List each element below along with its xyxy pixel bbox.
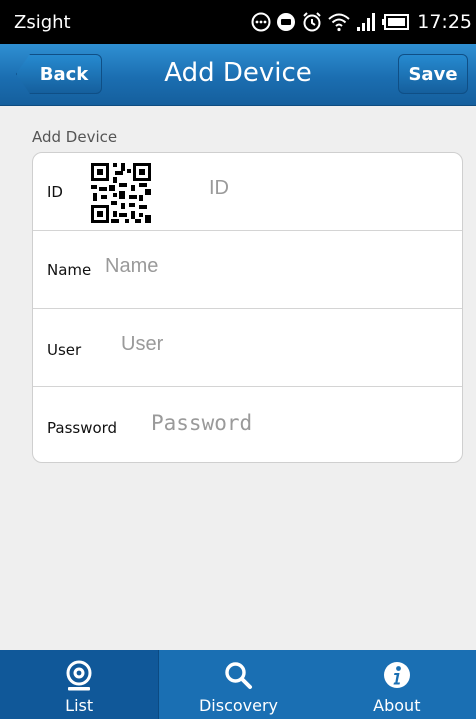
tab-about[interactable]: About — [318, 650, 476, 719]
battery-icon — [382, 14, 410, 30]
more-icon — [251, 12, 271, 32]
qr-code-icon[interactable] — [89, 161, 153, 225]
status-icons: 17:25 — [251, 9, 472, 35]
info-icon — [383, 662, 410, 688]
user-input[interactable] — [121, 333, 431, 356]
section-label: Add Device — [32, 128, 118, 146]
id-label: ID — [47, 183, 63, 201]
id-row: ID — [33, 153, 462, 231]
wifi-icon — [328, 13, 350, 32]
header-bar: Back Add Device Save — [0, 44, 476, 106]
webcam-icon — [66, 660, 92, 691]
device-form-card: ID Name User — [32, 152, 463, 463]
user-row: User — [33, 309, 462, 387]
tab-list-label: List — [65, 696, 94, 715]
notification-icon — [277, 13, 296, 31]
password-input[interactable] — [151, 411, 441, 435]
search-icon — [225, 662, 253, 689]
tab-list[interactable]: List — [0, 650, 160, 719]
name-input[interactable] — [105, 255, 435, 278]
password-row: Password — [33, 387, 462, 462]
name-row: Name — [33, 231, 462, 309]
status-bar: Zsight 17:25 — [0, 0, 476, 44]
user-label: User — [47, 341, 82, 359]
status-time: 17:25 — [417, 11, 472, 33]
tab-discovery[interactable]: Discovery — [159, 650, 317, 719]
password-label: Password — [47, 419, 118, 437]
name-label: Name — [47, 261, 92, 279]
signal-icon — [357, 13, 376, 31]
tab-about-label: About — [373, 696, 421, 715]
save-button[interactable]: Save — [398, 54, 468, 94]
alarm-icon — [303, 12, 321, 32]
id-input[interactable] — [209, 177, 439, 200]
tab-discovery-label: Discovery — [198, 696, 279, 715]
status-app-name: Zsight — [14, 12, 71, 33]
bottom-tab-bar: List Discovery About — [0, 650, 476, 719]
